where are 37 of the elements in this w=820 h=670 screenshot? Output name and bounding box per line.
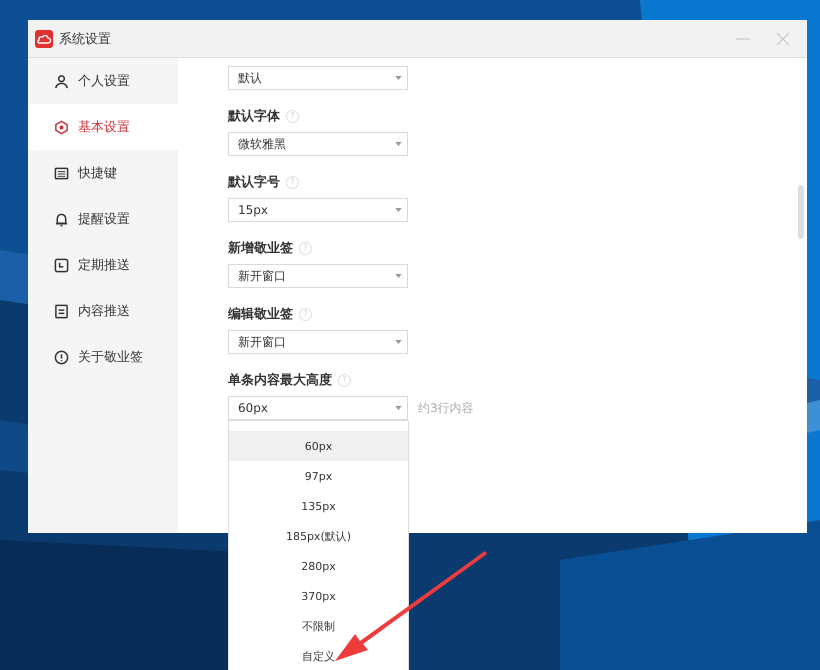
caret-icon: [395, 340, 402, 344]
dropdown-option[interactable]: 97px: [229, 461, 408, 491]
dropdown-select[interactable]: 微软雅黑: [228, 132, 408, 156]
sidebar-item[interactable]: 基本设置: [28, 104, 178, 150]
caret-icon: [395, 274, 402, 278]
caret-icon: [395, 76, 402, 80]
dropdown-option[interactable]: 不限制: [229, 611, 408, 641]
dropdown-option[interactable]: 自定义: [229, 641, 408, 670]
scrollbar-thumb[interactable]: [798, 185, 804, 239]
document-icon: [54, 304, 69, 318]
dropdown-select[interactable]: 新开窗口: [228, 264, 408, 288]
person-icon: [54, 74, 69, 88]
dropdown-option[interactable]: 280px: [229, 551, 408, 581]
caret-icon: [395, 142, 402, 146]
cloud-logo-icon: [35, 30, 53, 48]
dropdown-option[interactable]: 60px: [229, 431, 408, 461]
clock-icon: [54, 258, 69, 272]
setting-label: 默认字体: [228, 108, 280, 125]
setting-label: 单条内容最大高度: [228, 372, 332, 389]
dropdown-select[interactable]: 15px: [228, 198, 408, 222]
window-title: 系统设置: [59, 30, 111, 48]
caret-icon: [395, 406, 402, 410]
bell-icon: [54, 212, 69, 226]
dropdown-select[interactable]: 默认: [228, 66, 408, 90]
close-icon[interactable]: [775, 30, 791, 46]
info-icon: [54, 350, 69, 364]
hint-text: 约3行内容: [418, 400, 474, 416]
keyboard-icon: [54, 166, 69, 180]
dropdown-select[interactable]: 新开窗口: [228, 330, 408, 354]
dropdown-option[interactable]: 370px: [229, 581, 408, 611]
setting-label: 默认字号: [228, 174, 280, 191]
dropdown-option[interactable]: 135px: [229, 491, 408, 521]
setting-label: 新增敬业签: [228, 240, 293, 257]
dropdown-option[interactable]: 185px(默认): [229, 521, 408, 551]
settings-icon: [54, 120, 69, 134]
setting-label: 编辑敬业签: [228, 306, 293, 323]
caret-icon: [395, 208, 402, 212]
